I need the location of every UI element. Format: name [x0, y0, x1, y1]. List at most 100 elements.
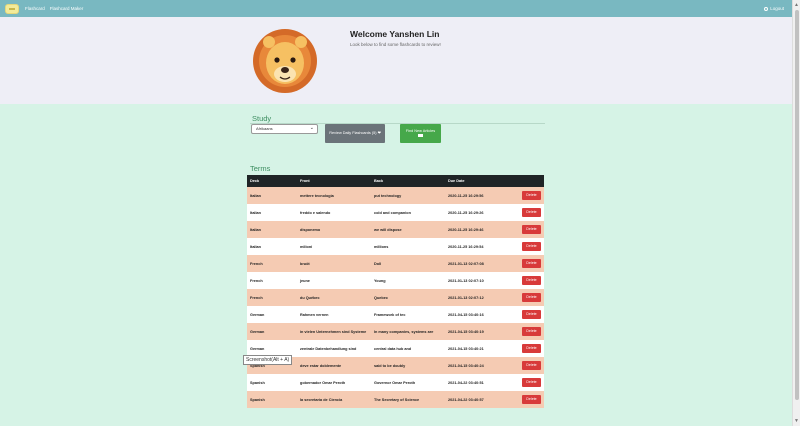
action-cell: Delete: [519, 357, 544, 374]
action-cell: Delete: [519, 306, 544, 323]
deck-cell: French: [250, 278, 263, 283]
due-date-cell: 2020-11-25 16:29:54: [448, 244, 484, 249]
table-row: Italian disponemo we will dispose 2020-1…: [247, 221, 544, 238]
screenshot-tooltip: Screenshot(Alt + A): [243, 355, 293, 365]
front-cell: in vielen Unternehmen sind Systeme: [300, 329, 367, 334]
back-cell: The Secretary of Science: [374, 397, 420, 402]
delete-button[interactable]: Delete: [522, 208, 541, 217]
action-cell: Delete: [519, 374, 544, 391]
terms-heading: Terms: [250, 164, 271, 173]
logout-link[interactable]: Logout: [764, 6, 784, 11]
delete-button[interactable]: Delete: [522, 276, 541, 285]
back-cell: cold and companion: [374, 210, 411, 215]
action-cell: Delete: [519, 289, 544, 306]
scroll-thumb[interactable]: [795, 10, 799, 400]
back-cell: put technology: [374, 193, 402, 198]
table-row: German in vielen Unternehmen sind System…: [247, 323, 544, 340]
front-cell: disponemo: [300, 227, 321, 232]
due-date-cell: 2021-04-15 03:40:19: [448, 329, 484, 334]
scroll-down-icon[interactable]: ▼: [794, 418, 799, 424]
action-cell: Delete: [519, 323, 544, 340]
front-cell: du Québec: [300, 295, 320, 300]
back-cell: Young: [374, 278, 386, 283]
front-cell: la secretaria de Ciencia: [300, 397, 343, 402]
delete-button[interactable]: Delete: [522, 378, 541, 387]
action-cell: Delete: [519, 221, 544, 238]
back-cell: Framework of tec: [374, 312, 406, 317]
plus-icon: [418, 134, 423, 137]
deck-select[interactable]: Afrikaans: [251, 124, 318, 134]
delete-button[interactable]: Delete: [522, 395, 541, 404]
due-date-cell: 2021-04-22 03:40:51: [448, 380, 484, 385]
review-daily-flashcards-button[interactable]: Review Daily Flashcards (5) ❤: [325, 124, 385, 143]
delete-button[interactable]: Delete: [522, 344, 541, 353]
due-date-cell: 2020-11-25 16:29:56: [448, 193, 484, 198]
due-date-cell: 2021-01-13 02:07:10: [448, 278, 484, 283]
due-date-cell: 2021-04-15 03:40:24: [448, 363, 484, 368]
due-date-cell: 2020-11-25 16:29:26: [448, 210, 484, 215]
back-cell: Quebec: [374, 295, 388, 300]
front-cell: Rahmen vernen: [300, 312, 329, 317]
deck-cell: German: [250, 329, 265, 334]
action-cell: Delete: [519, 272, 544, 289]
action-cell: Delete: [519, 255, 544, 272]
back-cell: central data hub and: [374, 346, 412, 351]
back-cell: Governor Omar Peroth: [374, 380, 416, 385]
front-cell: gobernador Omar Peroth: [300, 380, 346, 385]
delete-button[interactable]: Delete: [522, 259, 541, 268]
table-header-row: Deck Front Back Due Date: [247, 175, 544, 187]
delete-button[interactable]: Delete: [522, 225, 541, 234]
power-icon: [764, 6, 769, 11]
back-cell: In many companies, systems are: [374, 329, 434, 334]
nav-link-flashcard-maker[interactable]: Flashcard Maker: [50, 6, 84, 11]
nav-link-flashcard[interactable]: Flashcard: [25, 6, 45, 11]
find-new-articles-button[interactable]: Find New Articles: [400, 124, 441, 143]
table-row: French bruôt Doll 2021-01-13 02:07:08 De…: [247, 255, 544, 272]
scroll-up-icon[interactable]: ▲: [794, 2, 799, 8]
table-row: Italian milioni millions 2020-11-25 16:2…: [247, 238, 544, 255]
terms-table: Deck Front Back Due Date Italian mettere…: [247, 175, 544, 408]
lion-avatar-icon: [253, 29, 317, 93]
due-date-cell: 2020-11-25 16:29:46: [448, 227, 484, 232]
table-row: French du Québec Quebec 2021-01-13 02:07…: [247, 289, 544, 306]
deck-cell: Italian: [250, 227, 261, 232]
back-cell: Doll: [374, 261, 382, 266]
welcome-subtitle: Look below to find some flashcards to re…: [350, 42, 441, 47]
front-cell: milioni: [300, 244, 313, 249]
front-cell: mettere tecnologia: [300, 193, 334, 198]
due-date-cell: 2021-04-22 03:40:57: [448, 397, 484, 402]
due-date-cell: 2021-04-15 03:40:16: [448, 312, 484, 317]
delete-button[interactable]: Delete: [522, 310, 541, 319]
table-row: Italian freddo e salendo cold and compan…: [247, 204, 544, 221]
delete-button[interactable]: Delete: [522, 293, 541, 302]
table-row: French jeune Young 2021-01-13 02:07:10 D…: [247, 272, 544, 289]
delete-button[interactable]: Delete: [522, 242, 541, 251]
column-header: Due Date: [448, 179, 465, 183]
delete-button[interactable]: Delete: [522, 191, 541, 200]
action-cell: Delete: [519, 340, 544, 357]
action-cell: Delete: [519, 204, 544, 221]
due-date-cell: 2021-04-15 03:40:21: [448, 346, 484, 351]
logout-label: Logout: [770, 6, 784, 11]
deck-cell: French: [250, 295, 263, 300]
deck-cell: Spanish: [250, 397, 265, 402]
front-cell: jeune: [300, 278, 310, 283]
column-header: [519, 175, 544, 187]
flashcard-logo-icon[interactable]: [5, 3, 19, 14]
due-date-cell: 2021-01-13 02:07:08: [448, 261, 484, 266]
front-cell: freddo e salendo: [300, 210, 331, 215]
action-cell: Delete: [519, 391, 544, 408]
back-cell: millions: [374, 244, 389, 249]
table-row: Spanish la secretaria de Ciencia The Sec…: [247, 391, 544, 408]
delete-button[interactable]: Delete: [522, 361, 541, 370]
column-header: Back: [374, 179, 384, 183]
table-row: German Rahmen vernen Framework of tec 20…: [247, 306, 544, 323]
welcome-heading: Welcome Yanshen Lin: [350, 29, 440, 39]
front-cell: bruôt: [300, 261, 310, 266]
front-cell: deve estar doblemente: [300, 363, 342, 368]
page-scrollbar[interactable]: ▲ ▼: [792, 0, 800, 426]
deck-cell: Italian: [250, 244, 261, 249]
action-cell: Delete: [519, 238, 544, 255]
back-cell: we will dispose: [374, 227, 402, 232]
delete-button[interactable]: Delete: [522, 327, 541, 336]
